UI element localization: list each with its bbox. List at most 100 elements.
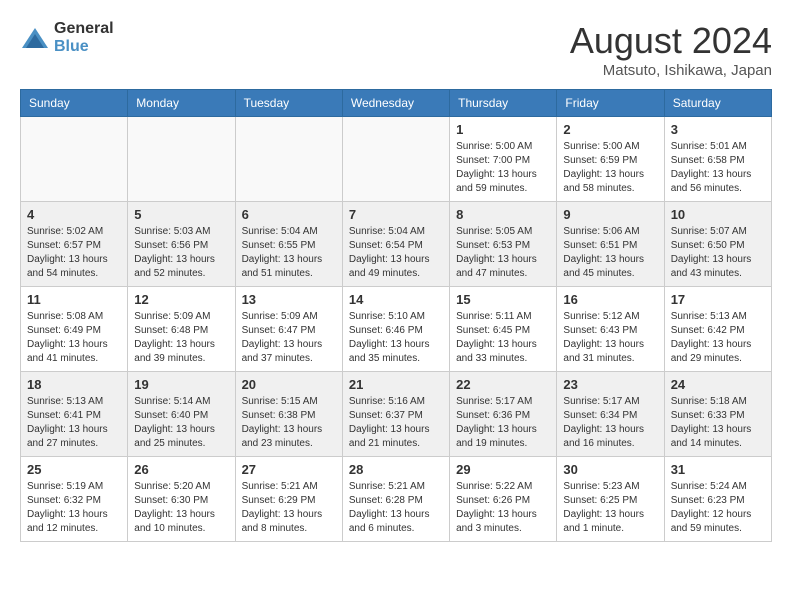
- day-cell: [235, 117, 342, 202]
- day-info: Sunrise: 5:07 AM Sunset: 6:50 PM Dayligh…: [671, 225, 765, 281]
- day-cell: 25Sunrise: 5:19 AM Sunset: 6:32 PM Dayli…: [21, 457, 128, 542]
- logo-text-blue: Blue: [54, 38, 89, 55]
- day-number: 15: [456, 292, 550, 307]
- day-info: Sunrise: 5:12 AM Sunset: 6:43 PM Dayligh…: [563, 310, 657, 366]
- day-number: 5: [134, 207, 228, 222]
- day-cell: 14 Sunrise: 5:10 AM Sunset: 6:46 PM Dayli…: [342, 287, 449, 372]
- header-sunday: Sunday: [21, 90, 128, 117]
- header-thursday: Thursday: [450, 90, 557, 117]
- day-cell: 23Sunrise: 5:17 AM Sunset: 6:34 PM Dayli…: [557, 372, 664, 457]
- day-info: Sunrise: 5:23 AM Sunset: 6:25 PM Dayligh…: [563, 480, 657, 536]
- day-info: Sunrise: 5:09 AM Sunset: 6:47 PM Dayligh…: [242, 310, 336, 366]
- title-area: August 2024 Matsuto, Ishikawa, Japan: [570, 20, 772, 79]
- day-cell: 2 Sunrise: 5:00 AM Sunset: 6:59 PM Daylig…: [557, 117, 664, 202]
- day-number: 17: [671, 292, 765, 307]
- header-monday: Monday: [128, 90, 235, 117]
- day-info: Sunrise: 5:13 AM Sunset: 6:42 PM Dayligh…: [671, 310, 765, 366]
- weekday-header-row: Sunday Monday Tuesday Wednesday Thursday…: [21, 90, 772, 117]
- day-number: 29: [456, 462, 550, 477]
- day-cell: 16 Sunrise: 5:12 AM Sunset: 6:43 PM Dayli…: [557, 287, 664, 372]
- day-info: Sunrise: 5:18 AM Sunset: 6:33 PM Dayligh…: [671, 395, 765, 451]
- day-number: 19: [134, 377, 228, 392]
- day-cell: 31 Sunrise: 5:24 AM Sunset: 6:23 PM Dayli…: [664, 457, 771, 542]
- day-cell: 22 Sunrise: 5:17 AM Sunset: 6:36 PM Dayli…: [450, 372, 557, 457]
- month-year: August 2024: [570, 20, 772, 62]
- day-number: 24: [671, 377, 765, 392]
- day-number: 31: [671, 462, 765, 477]
- day-info: Sunrise: 5:00 AM Sunset: 7:00 PM Dayligh…: [456, 140, 550, 196]
- day-info: Sunrise: 5:05 AM Sunset: 6:53 PM Dayligh…: [456, 225, 550, 281]
- day-cell: 3 Sunrise: 5:01 AM Sunset: 6:58 PM Daylig…: [664, 117, 771, 202]
- day-number: 30: [563, 462, 657, 477]
- day-info: Sunrise: 5:04 AM Sunset: 6:54 PM Dayligh…: [349, 225, 443, 281]
- location: Matsuto, Ishikawa, Japan: [570, 62, 772, 79]
- day-number: 12: [134, 292, 228, 307]
- day-cell: 19Sunrise: 5:14 AM Sunset: 6:40 PM Dayli…: [128, 372, 235, 457]
- day-cell: [128, 117, 235, 202]
- day-cell: 1Sunrise: 5:00 AM Sunset: 7:00 PM Daylig…: [450, 117, 557, 202]
- day-number: 2: [563, 122, 657, 137]
- day-cell: 26Sunrise: 5:20 AM Sunset: 6:30 PM Dayli…: [128, 457, 235, 542]
- day-number: 21: [349, 377, 443, 392]
- day-cell: [342, 117, 449, 202]
- header-saturday: Saturday: [664, 90, 771, 117]
- day-info: Sunrise: 5:00 AM Sunset: 6:59 PM Dayligh…: [563, 140, 657, 196]
- day-number: 13: [242, 292, 336, 307]
- day-info: Sunrise: 5:01 AM Sunset: 6:58 PM Dayligh…: [671, 140, 765, 196]
- day-number: 20: [242, 377, 336, 392]
- day-cell: 11Sunrise: 5:08 AM Sunset: 6:49 PM Dayli…: [21, 287, 128, 372]
- day-cell: 29 Sunrise: 5:22 AM Sunset: 6:26 PM Dayli…: [450, 457, 557, 542]
- day-cell: 27Sunrise: 5:21 AM Sunset: 6:29 PM Dayli…: [235, 457, 342, 542]
- day-cell: 9Sunrise: 5:06 AM Sunset: 6:51 PM Daylig…: [557, 202, 664, 287]
- day-number: 18: [27, 377, 121, 392]
- day-number: 4: [27, 207, 121, 222]
- day-cell: 7 Sunrise: 5:04 AM Sunset: 6:54 PM Daylig…: [342, 202, 449, 287]
- day-cell: 17 Sunrise: 5:13 AM Sunset: 6:42 PM Dayli…: [664, 287, 771, 372]
- day-number: 14: [349, 292, 443, 307]
- day-cell: 10Sunrise: 5:07 AM Sunset: 6:50 PM Dayli…: [664, 202, 771, 287]
- day-cell: 12 Sunrise: 5:09 AM Sunset: 6:48 PM Dayli…: [128, 287, 235, 372]
- day-info: Sunrise: 5:02 AM Sunset: 6:57 PM Dayligh…: [27, 225, 121, 281]
- day-number: 8: [456, 207, 550, 222]
- day-cell: 15 Sunrise: 5:11 AM Sunset: 6:45 PM Dayli…: [450, 287, 557, 372]
- day-info: Sunrise: 5:13 AM Sunset: 6:41 PM Dayligh…: [27, 395, 121, 451]
- day-cell: 6Sunrise: 5:04 AM Sunset: 6:55 PM Daylig…: [235, 202, 342, 287]
- day-number: 16: [563, 292, 657, 307]
- day-info: Sunrise: 5:16 AM Sunset: 6:37 PM Dayligh…: [349, 395, 443, 451]
- day-cell: 5 Sunrise: 5:03 AM Sunset: 6:56 PM Daylig…: [128, 202, 235, 287]
- day-info: Sunrise: 5:04 AM Sunset: 6:55 PM Dayligh…: [242, 225, 336, 281]
- day-cell: 20 Sunrise: 5:15 AM Sunset: 6:38 PM Dayli…: [235, 372, 342, 457]
- day-info: Sunrise: 5:17 AM Sunset: 6:34 PM Dayligh…: [563, 395, 657, 451]
- header: General Blue August 2024 Matsuto, Ishika…: [20, 20, 772, 79]
- day-cell: 24 Sunrise: 5:18 AM Sunset: 6:33 PM Dayli…: [664, 372, 771, 457]
- day-info: Sunrise: 5:11 AM Sunset: 6:45 PM Dayligh…: [456, 310, 550, 366]
- day-info: Sunrise: 5:10 AM Sunset: 6:46 PM Dayligh…: [349, 310, 443, 366]
- day-info: Sunrise: 5:06 AM Sunset: 6:51 PM Dayligh…: [563, 225, 657, 281]
- day-info: Sunrise: 5:09 AM Sunset: 6:48 PM Dayligh…: [134, 310, 228, 366]
- day-cell: 8 Sunrise: 5:05 AM Sunset: 6:53 PM Daylig…: [450, 202, 557, 287]
- week-row-3: 11Sunrise: 5:08 AM Sunset: 6:49 PM Dayli…: [21, 287, 772, 372]
- day-number: 7: [349, 207, 443, 222]
- day-cell: 4 Sunrise: 5:02 AM Sunset: 6:57 PM Daylig…: [21, 202, 128, 287]
- day-info: Sunrise: 5:17 AM Sunset: 6:36 PM Dayligh…: [456, 395, 550, 451]
- week-row-4: 18 Sunrise: 5:13 AM Sunset: 6:41 PM Dayli…: [21, 372, 772, 457]
- day-cell: 30 Sunrise: 5:23 AM Sunset: 6:25 PM Dayli…: [557, 457, 664, 542]
- day-info: Sunrise: 5:22 AM Sunset: 6:26 PM Dayligh…: [456, 480, 550, 536]
- calendar: Sunday Monday Tuesday Wednesday Thursday…: [20, 89, 772, 542]
- day-info: Sunrise: 5:03 AM Sunset: 6:56 PM Dayligh…: [134, 225, 228, 281]
- day-info: Sunrise: 5:15 AM Sunset: 6:38 PM Dayligh…: [242, 395, 336, 451]
- day-info: Sunrise: 5:08 AM Sunset: 6:49 PM Dayligh…: [27, 310, 121, 366]
- day-cell: [21, 117, 128, 202]
- day-number: 22: [456, 377, 550, 392]
- day-cell: 21 Sunrise: 5:16 AM Sunset: 6:37 PM Dayli…: [342, 372, 449, 457]
- day-cell: 13 Sunrise: 5:09 AM Sunset: 6:47 PM Dayli…: [235, 287, 342, 372]
- day-number: 28: [349, 462, 443, 477]
- day-info: Sunrise: 5:24 AM Sunset: 6:23 PM Dayligh…: [671, 480, 765, 536]
- header-wednesday: Wednesday: [342, 90, 449, 117]
- day-cell: 18 Sunrise: 5:13 AM Sunset: 6:41 PM Dayli…: [21, 372, 128, 457]
- day-number: 3: [671, 122, 765, 137]
- logo: General Blue: [20, 20, 114, 56]
- logo-text-general: General: [54, 20, 114, 37]
- day-info: Sunrise: 5:20 AM Sunset: 6:30 PM Dayligh…: [134, 480, 228, 536]
- day-info: Sunrise: 5:21 AM Sunset: 6:28 PM Dayligh…: [349, 480, 443, 536]
